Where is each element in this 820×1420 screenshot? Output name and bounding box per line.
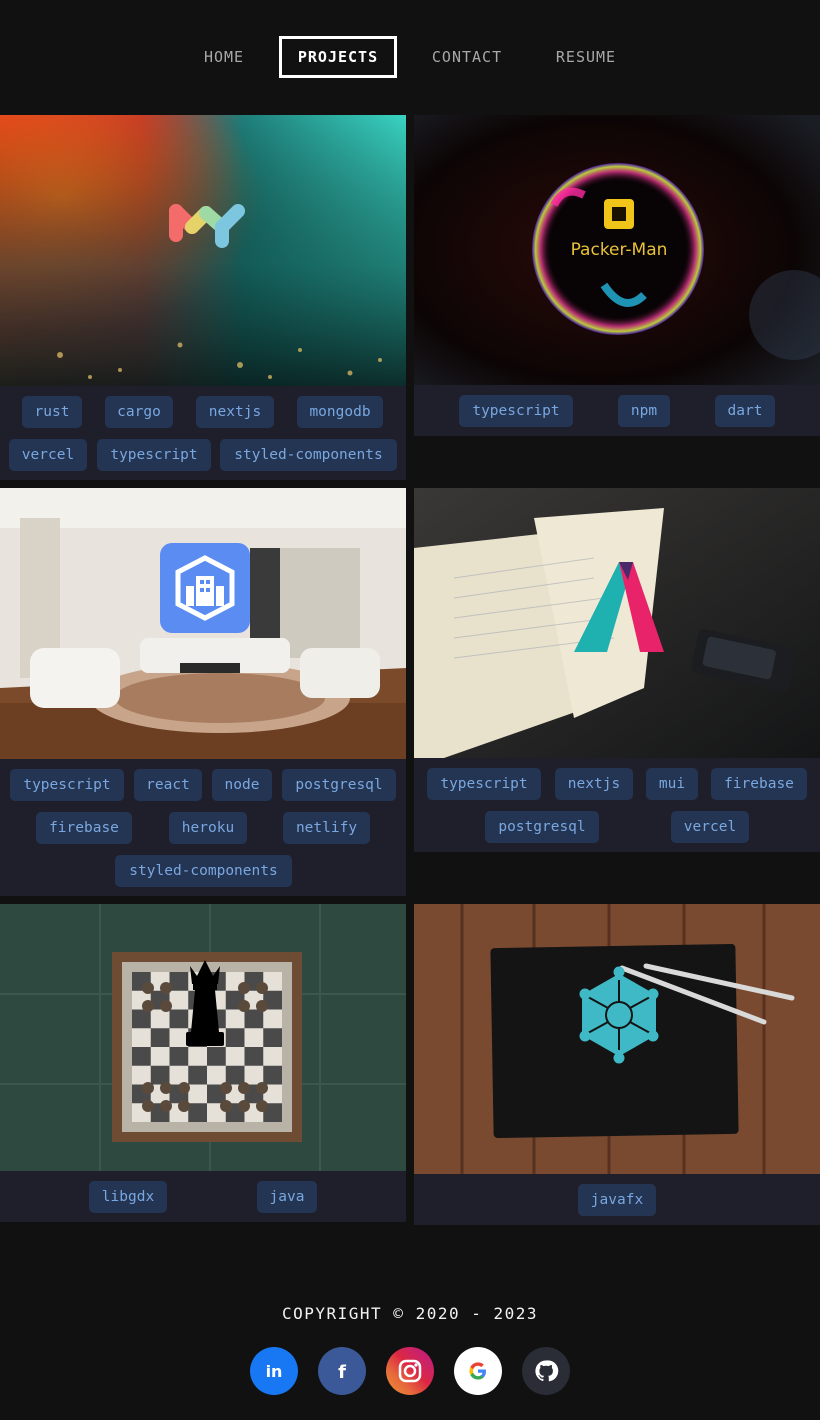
project-thumbnail[interactable]: Packer-Man xyxy=(414,115,820,385)
facebook-button[interactable]: f xyxy=(318,1347,366,1395)
tag: node xyxy=(212,769,272,801)
tag: vercel xyxy=(671,811,749,843)
nav-projects-link[interactable]: PROJECTS xyxy=(279,36,397,78)
tag: typescript xyxy=(459,395,573,427)
top-nav: HOME PROJECTS CONTACT RESUME xyxy=(0,0,820,115)
facebook-icon: f xyxy=(338,1362,346,1383)
project-card[interactable]: javafx xyxy=(414,904,820,1225)
packer-man-logo-text: Packer-Man xyxy=(571,240,668,260)
project-card[interactable]: libgdx java xyxy=(0,904,406,1222)
tag: firebase xyxy=(36,812,132,844)
tag: vercel xyxy=(9,439,87,471)
copyright-text: COPYRIGHT © 2020 - 2023 xyxy=(281,1304,539,1323)
nav-contact-link[interactable]: CONTACT xyxy=(424,36,510,78)
svg-text:f: f xyxy=(338,1362,346,1383)
project-card[interactable]: rust cargo nextjs mongodb vercel typescr… xyxy=(0,115,406,480)
tag: postgresql xyxy=(282,769,396,801)
project-thumbnail[interactable] xyxy=(0,488,406,759)
tag: javafx xyxy=(578,1184,656,1216)
tag: postgresql xyxy=(485,811,599,843)
project-thumbnail[interactable] xyxy=(0,904,406,1171)
tag: npm xyxy=(618,395,670,427)
linkedin-icon: in xyxy=(266,1362,283,1381)
tag: typescript xyxy=(97,439,211,471)
tag: typescript xyxy=(10,769,124,801)
nav-home-link[interactable]: HOME xyxy=(196,36,252,78)
tag: styled-components xyxy=(220,439,397,471)
nav-resume-link[interactable]: RESUME xyxy=(548,36,624,78)
tag: nextjs xyxy=(555,768,633,800)
tag: heroku xyxy=(169,812,247,844)
package-icon xyxy=(604,199,634,229)
project-thumbnail[interactable] xyxy=(414,904,820,1174)
instagram-button[interactable] xyxy=(386,1347,434,1395)
tag: typescript xyxy=(427,768,541,800)
tag: libgdx xyxy=(89,1181,167,1213)
tag: react xyxy=(134,769,202,801)
tag: dart xyxy=(715,395,775,427)
google-button[interactable] xyxy=(454,1347,502,1395)
tag: cargo xyxy=(105,396,173,428)
project-card[interactable]: typescript nextjs mui firebase postgresq… xyxy=(414,488,820,852)
tag: rust xyxy=(22,396,82,428)
github-button[interactable] xyxy=(522,1347,570,1395)
tag: netlify xyxy=(283,812,370,844)
tag: mongodb xyxy=(297,396,383,428)
instagram-icon xyxy=(398,1359,422,1383)
tag: firebase xyxy=(711,768,807,800)
project-card[interactable]: typescript react node postgresql firebas… xyxy=(0,488,406,896)
google-icon xyxy=(469,1362,486,1380)
tag: nextjs xyxy=(196,396,274,428)
tag: mui xyxy=(646,768,698,800)
tag: java xyxy=(257,1181,317,1213)
project-card[interactable]: Packer-Man typescript npm dart xyxy=(414,115,820,436)
tag: styled-components xyxy=(115,855,292,887)
github-icon xyxy=(535,1360,559,1382)
project-thumbnail[interactable] xyxy=(414,488,820,758)
linkedin-button[interactable]: in xyxy=(250,1347,298,1395)
project-thumbnail[interactable] xyxy=(0,115,406,386)
building-app-icon xyxy=(160,543,250,633)
svg-text:in: in xyxy=(266,1362,283,1381)
